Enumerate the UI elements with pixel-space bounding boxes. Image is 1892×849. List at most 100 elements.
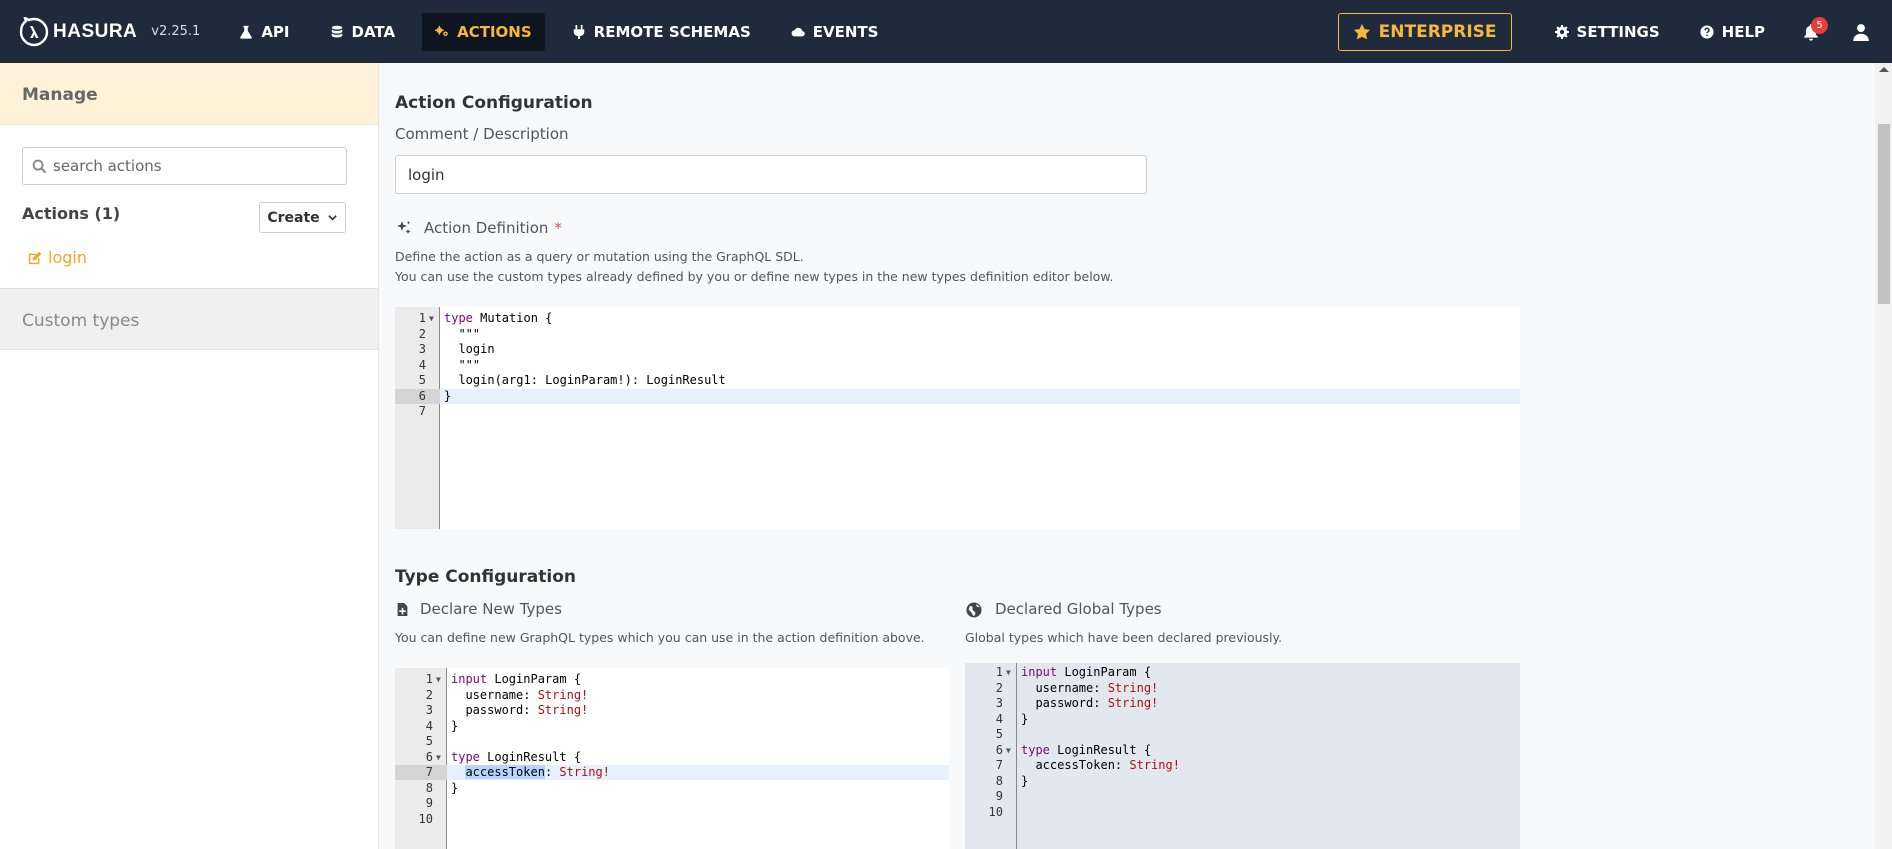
code-line[interactable]: 4} <box>395 719 949 734</box>
code-line[interactable]: 1 ▼ input LoginParam { <box>965 665 1520 680</box>
nav-data[interactable]: DATA <box>317 13 409 51</box>
code-line[interactable]: 8} <box>965 774 1520 789</box>
code-line[interactable]: 3 password: String! <box>395 703 949 718</box>
create-dropdown-button[interactable]: Create <box>259 202 346 233</box>
global-types-editor[interactable]: 1 ▼ input LoginParam {2 username: String! 3… <box>965 663 1520 849</box>
code-text: } <box>1021 711 1029 726</box>
nav-settings[interactable]: SETTINGS <box>1542 13 1673 51</box>
custom-types-link[interactable]: Custom types <box>0 288 378 350</box>
code-text: accessToken: String! <box>1021 758 1180 772</box>
code-line[interactable]: 7 accessToken: String! <box>395 765 949 780</box>
action-definition-editor[interactable]: 1 ▼ type Mutation { 2 """ 3 login 4 """ 5 logi… <box>395 307 1520 529</box>
action-definition-text: Action Definition <box>424 219 549 237</box>
nav-actions[interactable]: ACTIONS <box>422 12 545 51</box>
create-label: Create <box>267 209 320 226</box>
new-types-editor[interactable]: 1 ▼ input LoginParam {2 username: String! 3… <box>395 668 949 849</box>
code-line[interactable]: 1 ▼ type Mutation { <box>395 311 1520 326</box>
code-line[interactable]: 5 <box>965 727 1520 742</box>
line-number: 1 <box>418 311 426 325</box>
nav-remote-schemas-label: REMOTE SCHEMAS <box>593 22 751 41</box>
nav-settings-label: SETTINGS <box>1576 22 1660 41</box>
code-line[interactable]: 4} <box>965 712 1520 727</box>
code-text: type Mutation { <box>444 311 553 325</box>
code-text: login(arg1: LoginParam!): LoginResult <box>444 373 726 387</box>
cogs-icon <box>435 25 448 36</box>
line-number: 7 <box>418 404 426 418</box>
code-text: input LoginParam { <box>1021 665 1152 679</box>
notifications-button[interactable]: 5 <box>1792 13 1830 51</box>
code-line[interactable]: 5 login(arg1: LoginParam!): LoginResult <box>395 373 1520 388</box>
code-line[interactable]: 9 <box>395 796 949 811</box>
declare-new-types-label: Declare New Types <box>420 600 562 618</box>
line-number: 5 <box>425 734 433 748</box>
code-line[interactable]: 4 """ <box>395 358 1520 373</box>
code-line[interactable]: 10 <box>395 812 949 827</box>
nav-help[interactable]: HELP <box>1687 13 1778 51</box>
action-item-login[interactable]: login <box>28 248 87 267</box>
code-line[interactable]: 6} <box>395 388 1520 404</box>
new-types-help: You can define new GraphQL types which y… <box>395 630 925 645</box>
code-line[interactable]: 2 username: String! <box>965 681 1520 696</box>
code-line[interactable]: 2 """ <box>395 327 1520 342</box>
search-icon <box>32 159 47 173</box>
actions-count-heading: Actions (1) <box>22 204 121 223</box>
definition-help-line-2: You can use the custom types already def… <box>395 269 1114 284</box>
code-line[interactable]: 7 accessToken: String! <box>965 758 1520 773</box>
line-number: 3 <box>995 696 1003 710</box>
line-number: 7 <box>425 765 433 779</box>
line-number: 7 <box>995 758 1003 772</box>
cloud-icon <box>791 27 805 36</box>
code-line[interactable]: 3 login <box>395 342 1520 357</box>
gear-icon <box>1554 24 1569 39</box>
code-text: } <box>1021 773 1029 788</box>
code-text: input LoginParam { <box>451 672 582 686</box>
magic-icon <box>397 221 411 234</box>
code-line[interactable]: 1 ▼ input LoginParam { <box>395 672 949 687</box>
user-menu-button[interactable] <box>1842 13 1880 51</box>
code-text: login <box>444 342 495 356</box>
code-line[interactable]: 6 ▼ type LoginResult { <box>965 743 1520 758</box>
search-actions-box[interactable] <box>22 147 347 185</box>
line-number: 3 <box>425 703 433 717</box>
code-line[interactable]: 9 <box>965 789 1520 804</box>
enterprise-label: ENTERPRISE <box>1378 21 1497 42</box>
code-text: password: String! <box>451 703 589 717</box>
fold-arrow-icon[interactable]: ▼ <box>436 672 441 687</box>
hasura-logo-icon <box>19 16 49 46</box>
page-scrollbar[interactable] <box>1875 63 1892 849</box>
nav-remote-schemas[interactable]: REMOTE SCHEMAS <box>559 13 764 51</box>
line-number: 6 <box>995 742 1003 757</box>
line-number: 1 <box>995 665 1003 679</box>
code-text: } <box>451 780 459 795</box>
nav-events[interactable]: EVENTS <box>778 13 892 51</box>
enterprise-button[interactable]: ENTERPRISE <box>1337 12 1512 51</box>
nav-events-label: EVENTS <box>812 22 879 41</box>
fold-arrow-icon[interactable]: ▼ <box>436 750 441 765</box>
code-line[interactable]: 5 <box>395 734 949 749</box>
code-line[interactable]: 8} <box>395 781 949 796</box>
code-line[interactable]: 10 <box>965 805 1520 820</box>
scroll-up-arrow[interactable] <box>1879 67 1889 72</box>
code-line[interactable]: 7 <box>395 404 1520 419</box>
manage-header[interactable]: Manage <box>0 63 378 125</box>
nav-data-label: DATA <box>351 22 396 41</box>
search-actions-input[interactable] <box>53 157 333 175</box>
definition-help-line-1: Define the action as a query or mutation… <box>395 249 804 264</box>
nav-api[interactable]: API <box>226 13 302 51</box>
code-line[interactable]: 3 password: String! <box>965 696 1520 711</box>
code-line[interactable]: 2 username: String! <box>395 688 949 703</box>
fold-arrow-icon[interactable]: ▼ <box>429 311 434 326</box>
comment-description-input[interactable] <box>395 155 1147 194</box>
fold-arrow-icon[interactable]: ▼ <box>1006 665 1011 680</box>
hasura-logo[interactable]: HASURA <box>19 16 137 47</box>
globe-icon <box>966 602 982 618</box>
scrollbar-thumb[interactable] <box>1878 124 1890 304</box>
fold-arrow-icon[interactable]: ▼ <box>1006 743 1011 758</box>
line-number: 6 <box>425 749 433 764</box>
line-number: 1 <box>425 672 433 686</box>
code-line[interactable]: 6 ▼ type LoginResult { <box>395 750 949 765</box>
nav-help-label: HELP <box>1721 22 1765 41</box>
file-plus-icon <box>397 603 408 616</box>
user-icon <box>1853 23 1869 41</box>
plug-icon <box>573 24 584 39</box>
